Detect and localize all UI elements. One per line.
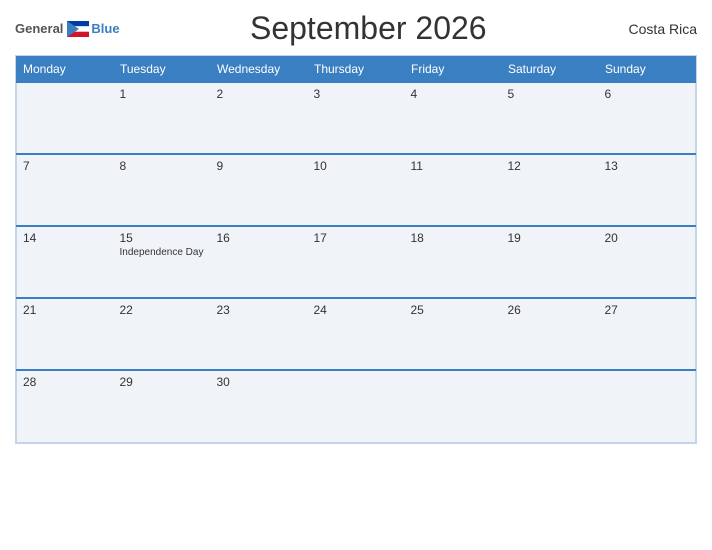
calendar-container: Monday Tuesday Wednesday Thursday Friday…: [15, 55, 697, 444]
day-number: 22: [120, 303, 205, 317]
calendar-cell: 1: [114, 82, 211, 154]
day-number: 5: [508, 87, 593, 101]
calendar-cell: [405, 370, 502, 442]
logo: General Blue: [15, 21, 120, 37]
day-number: 25: [411, 303, 496, 317]
day-number: 20: [605, 231, 690, 245]
header-sunday: Sunday: [599, 57, 696, 83]
calendar-cell: 11: [405, 154, 502, 226]
calendar-cell: [502, 370, 599, 442]
day-number: 1: [120, 87, 205, 101]
calendar-cell: 19: [502, 226, 599, 298]
calendar-cell: 22: [114, 298, 211, 370]
day-number: 16: [217, 231, 302, 245]
calendar-cell: 23: [211, 298, 308, 370]
calendar-cell: 26: [502, 298, 599, 370]
calendar-cell: 5: [502, 82, 599, 154]
calendar-cell: 6: [599, 82, 696, 154]
calendar-cell: 3: [308, 82, 405, 154]
day-number: 3: [314, 87, 399, 101]
calendar-cell: 12: [502, 154, 599, 226]
day-number: 27: [605, 303, 690, 317]
calendar-cell: 14: [17, 226, 114, 298]
calendar-cell: 24: [308, 298, 405, 370]
calendar-cell: 29: [114, 370, 211, 442]
calendar-cell: 4: [405, 82, 502, 154]
day-number: 17: [314, 231, 399, 245]
day-number: 6: [605, 87, 690, 101]
calendar-cell: 2: [211, 82, 308, 154]
days-header-row: Monday Tuesday Wednesday Thursday Friday…: [17, 57, 696, 83]
header-monday: Monday: [17, 57, 114, 83]
day-number: 24: [314, 303, 399, 317]
calendar-cell: 8: [114, 154, 211, 226]
calendar-cell: [599, 370, 696, 442]
calendar-cell: 28: [17, 370, 114, 442]
day-number: 23: [217, 303, 302, 317]
header-tuesday: Tuesday: [114, 57, 211, 83]
day-number: 15: [120, 231, 205, 245]
page: General Blue September 2026 Costa Rica M…: [0, 0, 712, 550]
day-number: 12: [508, 159, 593, 173]
calendar-cell: 30: [211, 370, 308, 442]
calendar-cell: 9: [211, 154, 308, 226]
day-number: 18: [411, 231, 496, 245]
day-number: 7: [23, 159, 108, 173]
header-friday: Friday: [405, 57, 502, 83]
calendar-cell: [17, 82, 114, 154]
day-number: 11: [411, 159, 496, 173]
calendar-cell: 20: [599, 226, 696, 298]
calendar-cell: 7: [17, 154, 114, 226]
logo-blue-text: Blue: [91, 21, 119, 36]
calendar-cell: [308, 370, 405, 442]
calendar-cell: 25: [405, 298, 502, 370]
logo-flag-icon: [67, 21, 89, 37]
day-number: 19: [508, 231, 593, 245]
calendar-title: September 2026: [120, 10, 617, 47]
calendar-week-row: 21 22 23 24 25 26 27: [17, 298, 696, 370]
day-number: 14: [23, 231, 108, 245]
calendar-event: Independence Day: [120, 247, 205, 258]
logo-general-text: General: [15, 21, 63, 36]
calendar-cell: 18: [405, 226, 502, 298]
calendar-week-row: 14 15 Independence Day 16 17 18 19 20: [17, 226, 696, 298]
calendar-week-row: 28 29 30: [17, 370, 696, 442]
calendar-cell: 21: [17, 298, 114, 370]
header-wednesday: Wednesday: [211, 57, 308, 83]
day-number: 28: [23, 375, 108, 389]
calendar-week-row: 123456: [17, 82, 696, 154]
calendar-table: Monday Tuesday Wednesday Thursday Friday…: [16, 56, 696, 443]
day-number: 10: [314, 159, 399, 173]
day-number: 29: [120, 375, 205, 389]
day-number: 21: [23, 303, 108, 317]
day-number: 8: [120, 159, 205, 173]
calendar-cell: 27: [599, 298, 696, 370]
calendar-week-row: 789 10 11 12 13: [17, 154, 696, 226]
country-label: Costa Rica: [617, 21, 697, 37]
calendar-cell: 17: [308, 226, 405, 298]
header-saturday: Saturday: [502, 57, 599, 83]
calendar-cell: 13: [599, 154, 696, 226]
day-number: 13: [605, 159, 690, 173]
header-thursday: Thursday: [308, 57, 405, 83]
day-number: 2: [217, 87, 302, 101]
header: General Blue September 2026 Costa Rica: [15, 10, 697, 47]
day-number: 26: [508, 303, 593, 317]
day-number: 30: [217, 375, 302, 389]
calendar-cell: 10: [308, 154, 405, 226]
day-number: 9: [217, 159, 302, 173]
calendar-cell: 16: [211, 226, 308, 298]
day-number: 4: [411, 87, 496, 101]
calendar-cell: 15 Independence Day: [114, 226, 211, 298]
